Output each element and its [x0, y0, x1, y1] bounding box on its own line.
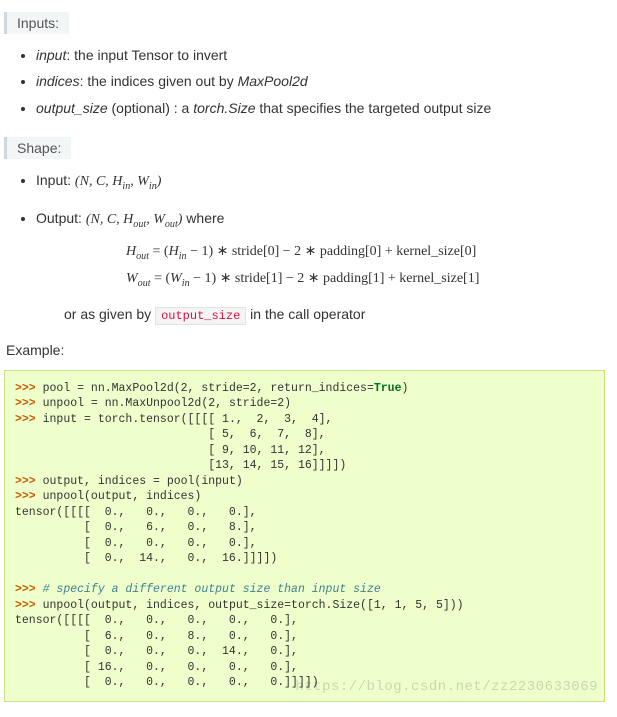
inputs-heading: Inputs: [4, 12, 69, 34]
code-example: >>> pool = nn.MaxPool2d(2, stride=2, ret… [4, 370, 605, 702]
watermark: https://blog.csdn.net/zz2230633069 [295, 678, 598, 697]
shape-output-expr: (N, C, Hout, Wout) [86, 212, 183, 227]
shape-heading: Shape: [4, 137, 71, 159]
ref-maxpool2d: MaxPool2d [238, 73, 308, 89]
ref-torch-size: torch.Size [193, 100, 255, 116]
param-name: indices [36, 73, 80, 89]
formula-block: Hout = (Hin − 1) ∗ stride[0] − 2 ∗ paddi… [126, 239, 605, 293]
example-heading: Example: [6, 342, 605, 358]
shape-input-expr: (N, C, Hin, Win) [75, 174, 162, 189]
param-name: output_size [36, 100, 108, 116]
input-item-output-size: output_size (optional) : a torch.Size th… [36, 97, 605, 119]
shape-input-line: Input: (N, C, Hin, Win) [36, 169, 605, 195]
shape-list: Input: (N, C, Hin, Win) Output: (N, C, H… [4, 169, 605, 326]
input-item-input: input: the input Tensor to invert [36, 44, 605, 66]
inputs-list: input: the input Tensor to invert indice… [4, 44, 605, 119]
input-item-indices: indices: the indices given out by MaxPoo… [36, 70, 605, 92]
formula-hout: Hout = (Hin − 1) ∗ stride[0] − 2 ∗ paddi… [126, 239, 605, 266]
shape-output-line: Output: (N, C, Hout, Wout) where Hout = … [36, 207, 605, 326]
or-as-given: or as given by output_size in the call o… [64, 303, 605, 326]
formula-wout: Wout = (Win − 1) ∗ stride[1] − 2 ∗ paddi… [126, 266, 605, 293]
param-name: input [36, 47, 66, 63]
output-size-code: output_size [155, 307, 246, 325]
